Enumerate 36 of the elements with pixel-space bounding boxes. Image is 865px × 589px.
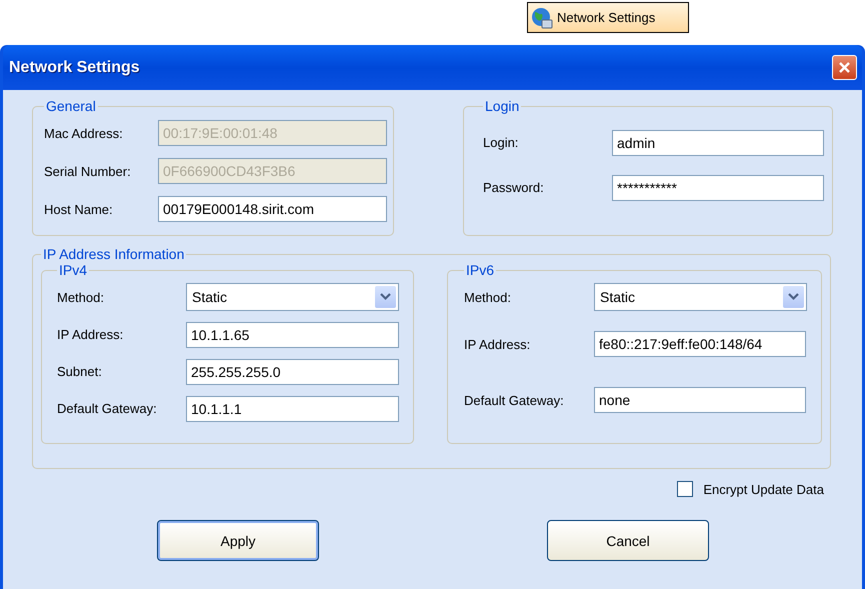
close-button[interactable] [832, 55, 857, 80]
field-label: Mac Address: [44, 126, 124, 140]
text-field[interactable]: admin [612, 130, 824, 156]
field-label: Default Gateway: [464, 392, 565, 408]
field-label: Serial Number: [44, 164, 132, 178]
globe-icon [530, 6, 554, 30]
field-label: Host Name: [44, 202, 114, 216]
field-label: Subnet: [57, 364, 103, 379]
dialog-button[interactable]: Apply [157, 520, 319, 561]
taskbar-button[interactable]: Network Settings [527, 2, 689, 33]
text-field[interactable]: fe80::217:9eff:fe00:148/64 [594, 331, 806, 357]
group-title: IPv6 [465, 262, 496, 278]
group-title: Login [484, 98, 520, 114]
group-title: IP Address Information [42, 246, 186, 262]
dialog-button[interactable]: Cancel [547, 520, 709, 561]
field-label: Default Gateway: [57, 401, 158, 416]
field-label: IP Address: [464, 336, 532, 352]
field-label: Login: [483, 135, 520, 150]
text-field[interactable]: none [594, 387, 806, 413]
field-label: Method: [464, 290, 512, 304]
method-dropdown[interactable]: Static [186, 283, 399, 311]
checkbox[interactable] [677, 481, 694, 497]
text-field[interactable]: *********** [612, 174, 824, 200]
text-field[interactable]: 10.1.1.65 [186, 322, 399, 348]
window-title: Network Settings [9, 58, 140, 76]
text-field[interactable]: 255.255.255.0 [186, 358, 399, 384]
checkbox-label: Encrypt Update Data [703, 482, 824, 496]
method-dropdown[interactable]: Static [594, 283, 807, 311]
group-title: General [45, 98, 97, 114]
close-icon [838, 61, 851, 74]
text-field[interactable]: 10.1.1.1 [186, 396, 399, 422]
text-field[interactable]: 00179E000148.sirit.com [158, 196, 387, 222]
field-label: Password: [483, 180, 545, 195]
field-label: Method: [57, 290, 105, 304]
group-title: IPv4 [58, 262, 88, 278]
field-label: IP Address: [57, 327, 124, 342]
